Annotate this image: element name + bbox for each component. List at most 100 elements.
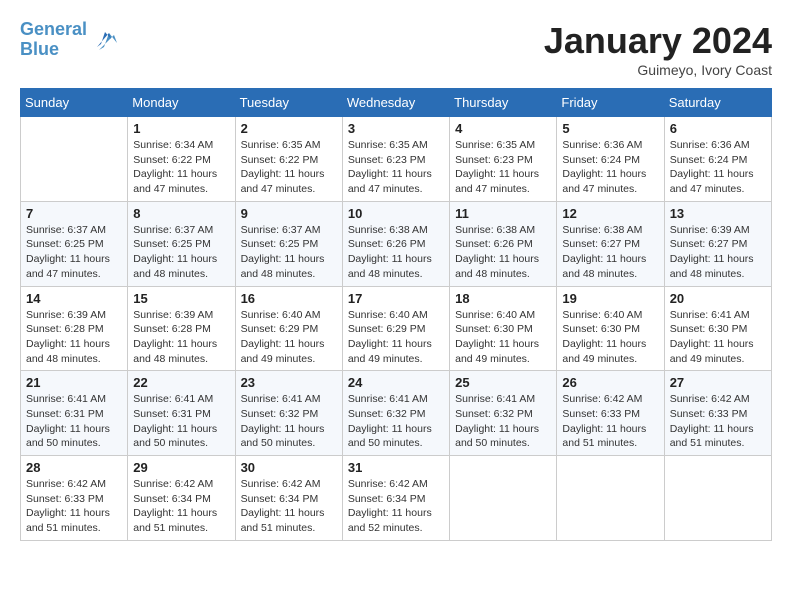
cell-info: Sunrise: 6:34 AM Sunset: 6:22 PM Dayligh…	[133, 138, 229, 197]
calendar-week-row: 7Sunrise: 6:37 AM Sunset: 6:25 PM Daylig…	[21, 201, 772, 286]
calendar-cell: 19 Sunrise: 6:40 AM Sunset: 6:30 PM Dayli…	[557, 286, 664, 371]
day-number: 27	[670, 375, 766, 390]
calendar-cell: 11 Sunrise: 6:38 AM Sunset: 6:26 PM Dayli…	[450, 201, 557, 286]
location-subtitle: Guimeyo, Ivory Coast	[544, 62, 772, 78]
day-number: 21	[26, 375, 122, 390]
calendar-cell: 10Sunrise: 6:38 AM Sunset: 6:26 PM Dayli…	[342, 201, 449, 286]
day-of-week-header: Tuesday	[235, 89, 342, 117]
day-number: 18	[455, 291, 551, 306]
day-number: 31	[348, 460, 444, 475]
day-number: 8	[133, 206, 229, 221]
day-of-week-header: Friday	[557, 89, 664, 117]
cell-info: Sunrise: 6:42 AM Sunset: 6:34 PM Dayligh…	[348, 477, 444, 536]
calendar-cell	[21, 117, 128, 202]
cell-info: Sunrise: 6:42 AM Sunset: 6:33 PM Dayligh…	[26, 477, 122, 536]
cell-info: Sunrise: 6:39 AM Sunset: 6:28 PM Dayligh…	[26, 308, 122, 367]
cell-info: Sunrise: 6:38 AM Sunset: 6:27 PM Dayligh…	[562, 223, 658, 282]
day-number: 24	[348, 375, 444, 390]
calendar-week-row: 1 Sunrise: 6:34 AM Sunset: 6:22 PM Daylig…	[21, 117, 772, 202]
day-of-week-header: Wednesday	[342, 89, 449, 117]
calendar-cell: 28Sunrise: 6:42 AM Sunset: 6:33 PM Dayli…	[21, 456, 128, 541]
day-number: 17	[348, 291, 444, 306]
calendar-cell: 8 Sunrise: 6:37 AM Sunset: 6:25 PM Daylig…	[128, 201, 235, 286]
calendar-cell: 6 Sunrise: 6:36 AM Sunset: 6:24 PM Daylig…	[664, 117, 771, 202]
page-header: General Blue January 2024 Guimeyo, Ivory…	[20, 20, 772, 78]
calendar-cell: 23 Sunrise: 6:41 AM Sunset: 6:32 PM Dayli…	[235, 371, 342, 456]
calendar-cell: 15Sunrise: 6:39 AM Sunset: 6:28 PM Dayli…	[128, 286, 235, 371]
day-of-week-header: Sunday	[21, 89, 128, 117]
cell-info: Sunrise: 6:41 AM Sunset: 6:30 PM Dayligh…	[670, 308, 766, 367]
cell-info: Sunrise: 6:42 AM Sunset: 6:33 PM Dayligh…	[562, 392, 658, 451]
cell-info: Sunrise: 6:35 AM Sunset: 6:23 PM Dayligh…	[455, 138, 551, 197]
calendar-cell: 26 Sunrise: 6:42 AM Sunset: 6:33 PM Dayli…	[557, 371, 664, 456]
calendar-cell: 31 Sunrise: 6:42 AM Sunset: 6:34 PM Dayli…	[342, 456, 449, 541]
cell-info: Sunrise: 6:41 AM Sunset: 6:31 PM Dayligh…	[133, 392, 229, 451]
calendar-week-row: 21 Sunrise: 6:41 AM Sunset: 6:31 PM Dayli…	[21, 371, 772, 456]
calendar-cell: 4 Sunrise: 6:35 AM Sunset: 6:23 PM Daylig…	[450, 117, 557, 202]
day-number: 30	[241, 460, 337, 475]
calendar-week-row: 28Sunrise: 6:42 AM Sunset: 6:33 PM Dayli…	[21, 456, 772, 541]
cell-info: Sunrise: 6:40 AM Sunset: 6:30 PM Dayligh…	[562, 308, 658, 367]
cell-info: Sunrise: 6:37 AM Sunset: 6:25 PM Dayligh…	[26, 223, 122, 282]
day-number: 1	[133, 121, 229, 136]
calendar-cell: 2 Sunrise: 6:35 AM Sunset: 6:22 PM Daylig…	[235, 117, 342, 202]
day-number: 11	[455, 206, 551, 221]
day-number: 13	[670, 206, 766, 221]
calendar-cell: 5 Sunrise: 6:36 AM Sunset: 6:24 PM Daylig…	[557, 117, 664, 202]
title-block: January 2024 Guimeyo, Ivory Coast	[544, 20, 772, 78]
cell-info: Sunrise: 6:36 AM Sunset: 6:24 PM Dayligh…	[670, 138, 766, 197]
day-number: 5	[562, 121, 658, 136]
calendar-cell: 20 Sunrise: 6:41 AM Sunset: 6:30 PM Dayli…	[664, 286, 771, 371]
cell-info: Sunrise: 6:41 AM Sunset: 6:31 PM Dayligh…	[26, 392, 122, 451]
cell-info: Sunrise: 6:41 AM Sunset: 6:32 PM Dayligh…	[348, 392, 444, 451]
calendar-cell: 14Sunrise: 6:39 AM Sunset: 6:28 PM Dayli…	[21, 286, 128, 371]
calendar-cell: 9 Sunrise: 6:37 AM Sunset: 6:25 PM Daylig…	[235, 201, 342, 286]
cell-info: Sunrise: 6:38 AM Sunset: 6:26 PM Dayligh…	[455, 223, 551, 282]
day-number: 6	[670, 121, 766, 136]
calendar-cell: 3 Sunrise: 6:35 AM Sunset: 6:23 PM Daylig…	[342, 117, 449, 202]
calendar-cell: 16Sunrise: 6:40 AM Sunset: 6:29 PM Dayli…	[235, 286, 342, 371]
cell-info: Sunrise: 6:37 AM Sunset: 6:25 PM Dayligh…	[133, 223, 229, 282]
calendar-cell: 27 Sunrise: 6:42 AM Sunset: 6:33 PM Dayli…	[664, 371, 771, 456]
day-number: 3	[348, 121, 444, 136]
day-number: 23	[241, 375, 337, 390]
calendar-cell: 7Sunrise: 6:37 AM Sunset: 6:25 PM Daylig…	[21, 201, 128, 286]
day-number: 19	[562, 291, 658, 306]
cell-info: Sunrise: 6:35 AM Sunset: 6:23 PM Dayligh…	[348, 138, 444, 197]
cell-info: Sunrise: 6:41 AM Sunset: 6:32 PM Dayligh…	[241, 392, 337, 451]
month-title: January 2024	[544, 20, 772, 62]
day-number: 9	[241, 206, 337, 221]
cell-info: Sunrise: 6:36 AM Sunset: 6:24 PM Dayligh…	[562, 138, 658, 197]
day-of-week-header: Saturday	[664, 89, 771, 117]
logo-line1: General	[20, 19, 87, 39]
calendar-header-row: SundayMondayTuesdayWednesdayThursdayFrid…	[21, 89, 772, 117]
cell-info: Sunrise: 6:42 AM Sunset: 6:33 PM Dayligh…	[670, 392, 766, 451]
day-of-week-header: Monday	[128, 89, 235, 117]
calendar-cell: 22 Sunrise: 6:41 AM Sunset: 6:31 PM Dayli…	[128, 371, 235, 456]
calendar-cell: 13 Sunrise: 6:39 AM Sunset: 6:27 PM Dayli…	[664, 201, 771, 286]
calendar-table: SundayMondayTuesdayWednesdayThursdayFrid…	[20, 88, 772, 541]
cell-info: Sunrise: 6:39 AM Sunset: 6:27 PM Dayligh…	[670, 223, 766, 282]
calendar-cell: 24 Sunrise: 6:41 AM Sunset: 6:32 PM Dayli…	[342, 371, 449, 456]
calendar-cell: 1 Sunrise: 6:34 AM Sunset: 6:22 PM Daylig…	[128, 117, 235, 202]
day-number: 26	[562, 375, 658, 390]
calendar-cell	[450, 456, 557, 541]
day-number: 4	[455, 121, 551, 136]
day-number: 15	[133, 291, 229, 306]
day-number: 2	[241, 121, 337, 136]
calendar-week-row: 14Sunrise: 6:39 AM Sunset: 6:28 PM Dayli…	[21, 286, 772, 371]
logo-line2: Blue	[20, 39, 59, 59]
calendar-cell: 17Sunrise: 6:40 AM Sunset: 6:29 PM Dayli…	[342, 286, 449, 371]
day-number: 22	[133, 375, 229, 390]
cell-info: Sunrise: 6:35 AM Sunset: 6:22 PM Dayligh…	[241, 138, 337, 197]
calendar-cell: 18Sunrise: 6:40 AM Sunset: 6:30 PM Dayli…	[450, 286, 557, 371]
day-number: 25	[455, 375, 551, 390]
day-number: 20	[670, 291, 766, 306]
calendar-cell	[664, 456, 771, 541]
cell-info: Sunrise: 6:37 AM Sunset: 6:25 PM Dayligh…	[241, 223, 337, 282]
calendar-cell: 21 Sunrise: 6:41 AM Sunset: 6:31 PM Dayli…	[21, 371, 128, 456]
day-number: 29	[133, 460, 229, 475]
cell-info: Sunrise: 6:40 AM Sunset: 6:29 PM Dayligh…	[241, 308, 337, 367]
day-number: 10	[348, 206, 444, 221]
day-number: 12	[562, 206, 658, 221]
